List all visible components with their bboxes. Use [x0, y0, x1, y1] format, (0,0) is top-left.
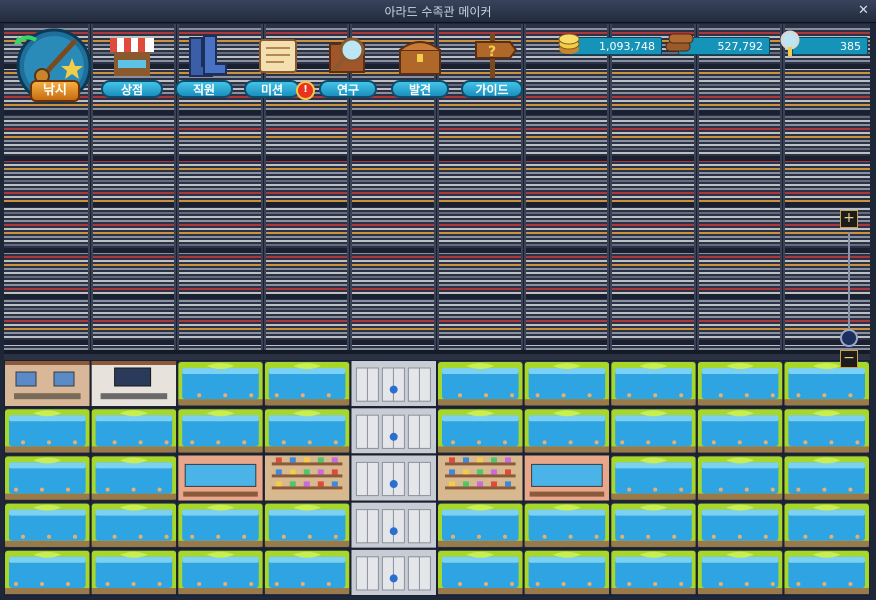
room-tank-r0-c8[interactable] [695, 360, 785, 409]
room-tank-r3-c0[interactable] [4, 500, 92, 550]
gold-counter: 1,093,748 [556, 33, 662, 55]
room-tank-r3-c7[interactable] [609, 500, 698, 550]
room-tank-r1-c1[interactable] [89, 406, 179, 456]
window-title: 아라드 수족관 메이커 [384, 5, 492, 19]
zoom-slider-thumb[interactable] [840, 329, 858, 348]
room-tank-r4-c2[interactable] [176, 547, 265, 596]
wood-counter: 527,792 [664, 33, 770, 55]
room-tank-r2-c7[interactable] [609, 453, 698, 503]
zoom-control: + − [840, 210, 858, 368]
room-tank-r3-c3[interactable] [262, 500, 352, 550]
room-elevator-r4-c4[interactable] [349, 547, 438, 596]
room-tank-r4-c9[interactable] [782, 547, 870, 596]
gold-value: 1,093,748 [568, 37, 662, 55]
room-tank-r3-c6[interactable] [522, 500, 612, 550]
signpost-icon: ? [475, 34, 518, 78]
treasure-chest-icon [399, 41, 441, 75]
room-tank-r3-c8[interactable] [695, 500, 785, 550]
room-tank-r4-c1[interactable] [89, 547, 179, 596]
room-tank-r3-c9[interactable] [782, 500, 870, 550]
room-tank-r0-c2[interactable] [176, 360, 265, 409]
room-elevator-r3-c4[interactable] [349, 500, 438, 550]
room-tank-r2-c8[interactable] [695, 453, 785, 503]
aquarium-scene: 낚시 상점 직원 미션 ! 연구 발견 ? 가이드 1,093,748 527,… [4, 24, 870, 596]
scroll-icon [259, 39, 297, 73]
fishing-label: 낚시 [30, 80, 80, 102]
guide-label: 가이드 [461, 80, 523, 98]
room-tank-r0-c5[interactable] [436, 360, 525, 409]
svg-text:?: ? [488, 44, 496, 60]
research-magnifier-icon [780, 30, 800, 56]
close-button[interactable]: ✕ [855, 2, 872, 19]
research-label: 연구 [319, 80, 377, 98]
room-tank-r0-c3[interactable] [262, 360, 352, 409]
room-tank-r0-c6[interactable] [522, 360, 612, 409]
room-tank-r1-c6[interactable] [522, 406, 612, 456]
shop-label: 상점 [101, 80, 163, 98]
discover-label: 발견 [391, 80, 449, 98]
shop-stall-icon [110, 38, 154, 76]
zoom-in-button[interactable]: + [840, 210, 858, 228]
room-tank-r1-c2[interactable] [176, 406, 265, 456]
zoom-out-button[interactable]: − [840, 350, 858, 368]
room-aquarium-r2-c2[interactable] [176, 453, 265, 503]
room-tank-r4-c0[interactable] [4, 547, 92, 596]
boots-icon [189, 35, 227, 77]
discover-button[interactable]: 발견 [384, 30, 456, 102]
research-points-counter: 385 [778, 30, 868, 56]
room-tank-r3-c2[interactable] [176, 500, 265, 550]
room-tank-r2-c9[interactable] [782, 453, 870, 503]
research-button[interactable]: 연구 [312, 30, 384, 102]
room-tank-r0-c7[interactable] [609, 360, 698, 409]
shop-button[interactable]: 상점 [96, 30, 168, 102]
research-points-value: 385 [792, 37, 868, 55]
room-tank-r3-c1[interactable] [89, 500, 179, 550]
room-shop-r2-c5[interactable] [436, 453, 525, 503]
room-tank-r2-c1[interactable] [89, 453, 179, 503]
gold-coin-icon [558, 33, 580, 54]
mission-button[interactable]: 미션 ! [240, 30, 315, 102]
room-tank-r4-c7[interactable] [609, 547, 698, 596]
room-tank-r4-c6[interactable] [522, 547, 612, 596]
room-grid [4, 360, 870, 596]
room-tank-r1-c0[interactable] [4, 406, 92, 456]
room-tank-r4-c3[interactable] [262, 547, 352, 596]
mission-label: 미션 [244, 80, 300, 98]
room-lab-r0-c1[interactable] [89, 360, 179, 409]
staff-button[interactable]: 직원 [168, 30, 240, 102]
title-bar: 아라드 수족관 메이커 ✕ [0, 0, 876, 23]
room-elevator-r1-c4[interactable] [349, 406, 438, 456]
guide-button[interactable]: ? 가이드 [456, 30, 528, 102]
game-window: 아라드 수족관 메이커 ✕ 낚시 상점 직원 미션 ! 연구 발견 ? 가이드 … [0, 0, 876, 600]
room-elevator-r2-c4[interactable] [349, 453, 438, 503]
room-tank-r4-c5[interactable] [436, 547, 525, 596]
magnifier-icon [329, 37, 365, 73]
room-tank-r1-c7[interactable] [609, 406, 698, 456]
room-aquarium-r2-c6[interactable] [522, 453, 612, 503]
wood-logs-icon [665, 33, 694, 52]
room-elevator-r0-c4[interactable] [349, 360, 438, 409]
room-shop-r2-c3[interactable] [262, 453, 352, 503]
fishing-button[interactable]: 낚시 [12, 28, 96, 112]
room-tank-r3-c5[interactable] [436, 500, 525, 550]
zoom-slider-track[interactable] [848, 232, 850, 344]
room-tank-r4-c8[interactable] [695, 547, 785, 596]
room-tank-r2-c0[interactable] [4, 453, 92, 503]
room-tank-r1-c9[interactable] [782, 406, 870, 456]
staff-label: 직원 [175, 80, 233, 98]
room-office-r0-c0[interactable] [4, 360, 92, 409]
room-tank-r1-c5[interactable] [436, 406, 525, 456]
room-tank-r1-c3[interactable] [262, 406, 352, 456]
room-tank-r1-c8[interactable] [695, 406, 785, 456]
